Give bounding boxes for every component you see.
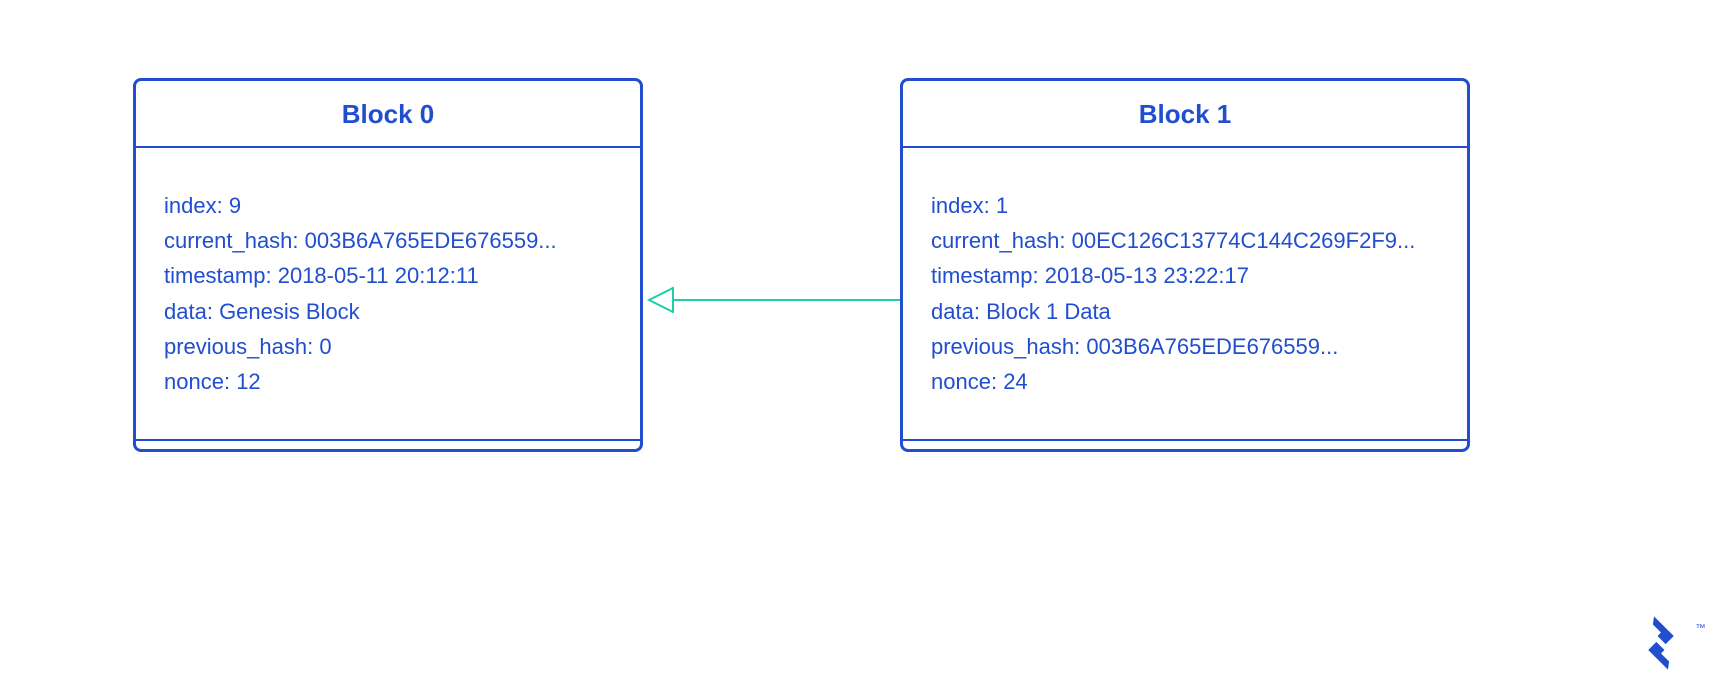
block-1-field-nonce: nonce: 24 xyxy=(931,364,1439,399)
block-0-title: Block 0 xyxy=(136,81,640,148)
diagram-canvas: Block 0 index: 9 current_hash: 003B6A765… xyxy=(0,0,1720,692)
block-0: Block 0 index: 9 current_hash: 003B6A765… xyxy=(133,78,643,452)
block-1: Block 1 index: 1 current_hash: 00EC126C1… xyxy=(900,78,1470,452)
block-1-body: index: 1 current_hash: 00EC126C13774C144… xyxy=(903,148,1467,439)
block-0-field-index: index: 9 xyxy=(164,188,612,223)
block-0-field-data: data: Genesis Block xyxy=(164,294,612,329)
block-0-field-timestamp: timestamp: 2018-05-11 20:12:11 xyxy=(164,258,612,293)
trademark-symbol: ™ xyxy=(1696,623,1707,634)
block-1-footer xyxy=(903,439,1467,449)
block-0-field-current-hash: current_hash: 003B6A765EDE676559... xyxy=(164,223,612,258)
toptal-logo-icon xyxy=(1632,614,1690,672)
block-1-title: Block 1 xyxy=(903,81,1467,148)
block-1-field-current-hash: current_hash: 00EC126C13774C144C269F2F9.… xyxy=(931,223,1439,258)
block-1-field-index: index: 1 xyxy=(931,188,1439,223)
block-0-field-nonce: nonce: 12 xyxy=(164,364,612,399)
block-1-field-timestamp: timestamp: 2018-05-13 23:22:17 xyxy=(931,258,1439,293)
link-arrow xyxy=(643,280,900,320)
block-1-field-previous-hash: previous_hash: 003B6A765EDE676559... xyxy=(931,329,1439,364)
block-0-body: index: 9 current_hash: 003B6A765EDE67655… xyxy=(136,148,640,439)
block-0-footer xyxy=(136,439,640,449)
block-1-field-data: data: Block 1 Data xyxy=(931,294,1439,329)
block-0-field-previous-hash: previous_hash: 0 xyxy=(164,329,612,364)
